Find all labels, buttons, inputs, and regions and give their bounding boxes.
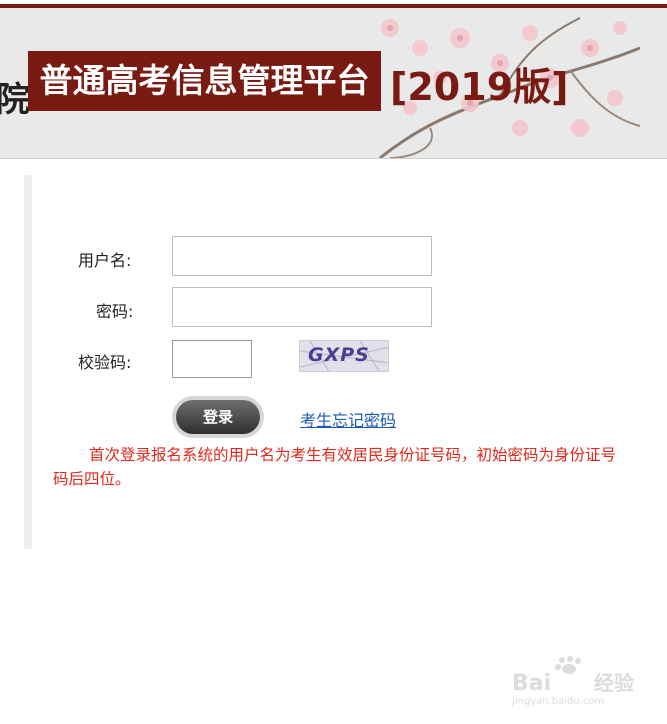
watermark-url: jingyan.baidu.com (512, 696, 604, 706)
paw-icon (555, 656, 581, 674)
login-button[interactable]: 登录 (172, 396, 264, 438)
password-label: 密码: (96, 302, 134, 321)
first-login-notice: 首次登录报名系统的用户名为考生有效居民身份证号码，初始密码为身份证号码后四位。 (53, 446, 617, 488)
captcha-image[interactable]: GXPS (299, 340, 389, 372)
header-version: [2019版] (390, 65, 569, 109)
baidu-jingyan-watermark: Bai 经验 jingyan.baidu.com (512, 656, 634, 706)
username-input[interactable] (172, 236, 432, 276)
forgot-password-link[interactable]: 考生忘记密码 (300, 407, 396, 431)
watermark-brand2: 经验 (594, 671, 634, 695)
header-banner: 院 普通高考信息管理平台 [2019版] (0, 8, 667, 159)
watermark-brand: Bai (512, 671, 551, 696)
captcha-input[interactable] (172, 340, 252, 378)
header-title: 普通高考信息管理平台 (28, 51, 381, 111)
captcha-text: GXPS (308, 344, 370, 366)
login-button-label: 登录 (176, 400, 260, 434)
username-label: 用户名: (78, 251, 132, 270)
captcha-label: 校验码: (78, 353, 132, 372)
header-partial-text: 院 (0, 72, 30, 121)
password-input[interactable] (172, 287, 432, 327)
